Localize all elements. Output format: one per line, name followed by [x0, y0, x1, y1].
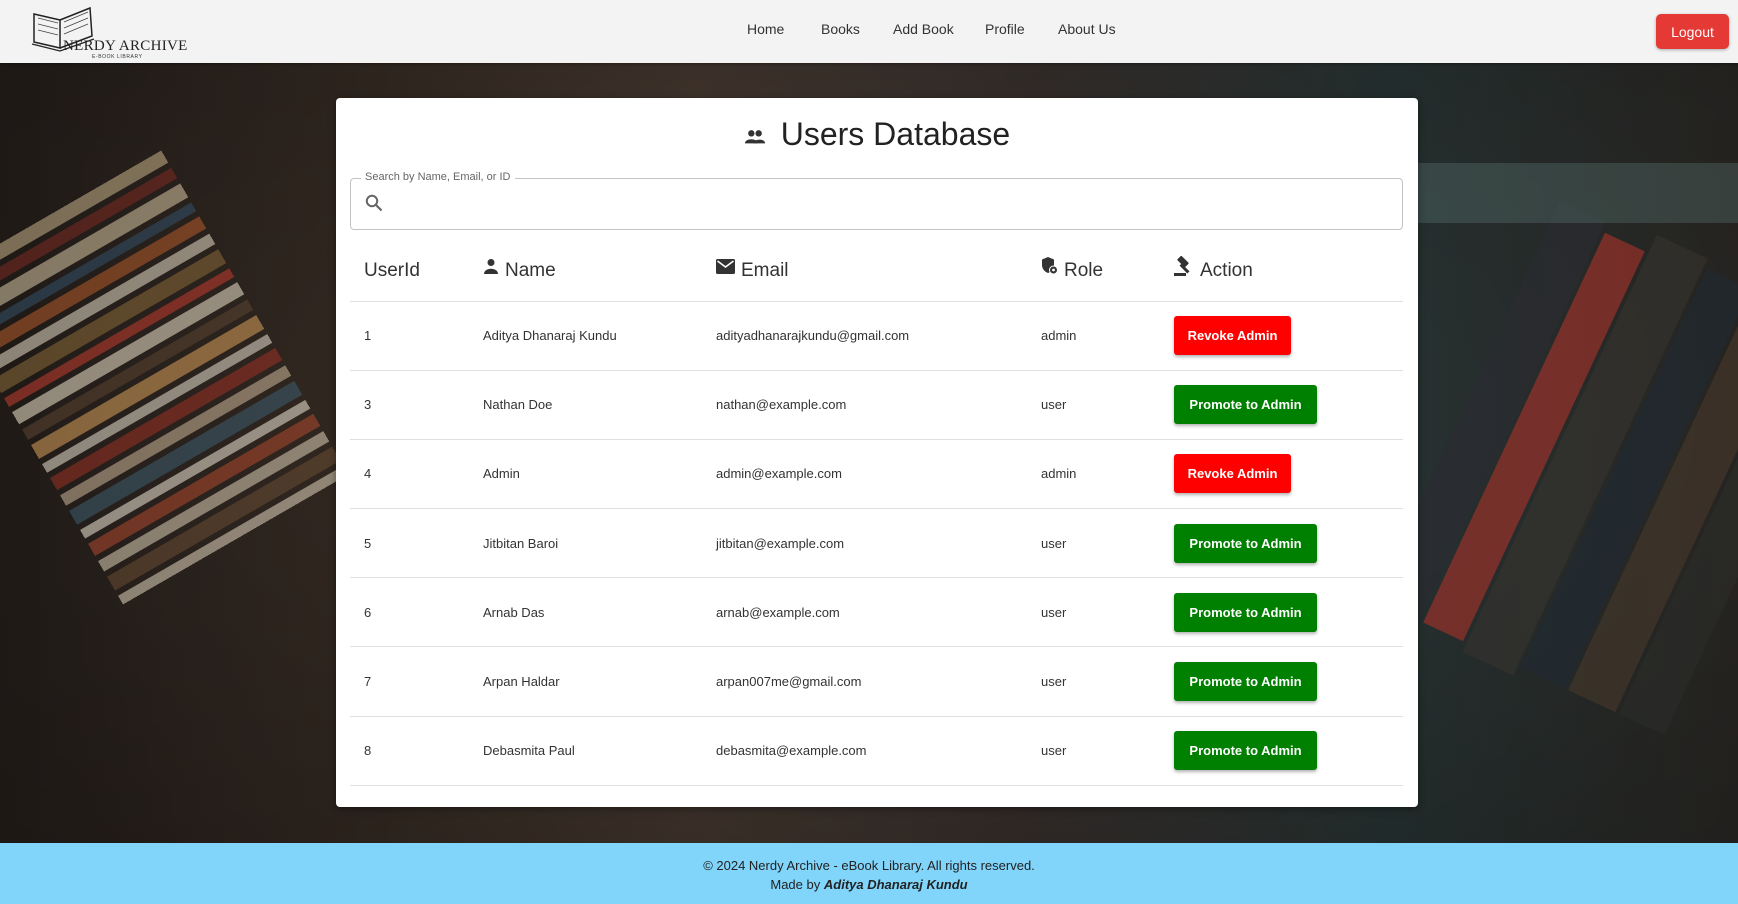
- table-row: 3 Nathan Doe nathan@example.com user Promote…: [350, 370, 1403, 440]
- table-body: 1 Aditya Dhanaraj Kundu adityadhanarajkund…: [350, 301, 1403, 786]
- cell-action: Promote to Admin: [1160, 370, 1403, 440]
- cell-role: admin: [1027, 301, 1160, 371]
- promote-to-admin-button[interactable]: Promote to Admin: [1174, 662, 1317, 702]
- revoke-admin-button[interactable]: Revoke Admin: [1174, 454, 1291, 494]
- header-email-label: Email: [741, 260, 789, 282]
- header-name: Name: [469, 242, 702, 302]
- footer: © 2024 Nerdy Archive - eBook Library. Al…: [0, 843, 1738, 904]
- footer-credit: Made by Aditya Dhanaraj Kundu: [0, 877, 1738, 892]
- cell-role: admin: [1027, 439, 1160, 510]
- cell-action: Revoke Admin: [1160, 301, 1403, 371]
- table-row: 5 Jitbitan Baroi jitbitan@example.com user P…: [350, 508, 1403, 579]
- cell-action: Promote to Admin: [1160, 716, 1403, 786]
- footer-made-by: Made by: [770, 877, 821, 892]
- cell-email: adityadhanarajkundu@gmail.com: [702, 301, 1027, 371]
- cell-role: user: [1027, 646, 1160, 717]
- cell-userid: 4: [350, 439, 469, 510]
- header-action-label: Action: [1200, 260, 1253, 282]
- cell-name: Nathan Doe: [469, 370, 702, 440]
- footer-copyright: © 2024 Nerdy Archive - eBook Library. Al…: [703, 858, 1035, 873]
- nav-profile-link[interactable]: Profile: [985, 21, 1025, 37]
- site-logo[interactable]: NERDY ARCHIVE E-BOOK LIBRARY: [30, 2, 200, 60]
- cell-email: admin@example.com: [702, 439, 1027, 510]
- cell-name: Jitbitan Baroi: [469, 508, 702, 579]
- cell-email: debasmita@example.com: [702, 716, 1027, 786]
- nav-add-book-link[interactable]: Add Book: [893, 21, 954, 37]
- cell-email: arnab@example.com: [702, 577, 1027, 648]
- promote-to-admin-button[interactable]: Promote to Admin: [1174, 385, 1317, 425]
- nav-about-us-link[interactable]: About Us: [1058, 21, 1116, 37]
- cell-email: arpan007me@gmail.com: [702, 646, 1027, 717]
- header-action: Action: [1160, 242, 1403, 302]
- cell-name: Debasmita Paul: [469, 716, 702, 786]
- table-row: 8 Debasmita Paul debasmita@example.com user…: [350, 716, 1403, 786]
- nav-home-link[interactable]: Home: [747, 21, 784, 37]
- users-card: Users Database Search by Name, Email, or…: [336, 98, 1418, 807]
- header-name-label: Name: [505, 260, 556, 282]
- revoke-admin-button[interactable]: Revoke Admin: [1174, 316, 1291, 356]
- table-row: 7 Arpan Haldar arpan007me@gmail.com user Pro…: [350, 646, 1403, 717]
- table-row: 1 Aditya Dhanaraj Kundu adityadhanarajkund…: [350, 301, 1403, 371]
- page-title: Users Database: [336, 114, 1418, 153]
- cell-userid: 3: [350, 370, 469, 440]
- cell-action: Promote to Admin: [1160, 577, 1403, 648]
- users-table: UserId Name Email Role Action 1 Aditya D…: [350, 242, 1403, 786]
- logo-title: NERDY ARCHIVE: [63, 38, 188, 54]
- header-userid: UserId: [350, 242, 469, 302]
- logo-subtitle: E-BOOK LIBRARY: [92, 54, 143, 60]
- cell-name: Arpan Haldar: [469, 646, 702, 717]
- admin-shield-icon: [1041, 257, 1058, 281]
- cell-userid: 1: [350, 301, 469, 371]
- cell-userid: 8: [350, 716, 469, 786]
- cell-userid: 6: [350, 577, 469, 648]
- cell-action: Revoke Admin: [1160, 439, 1403, 510]
- mail-icon: [716, 258, 735, 280]
- table-row: 6 Arnab Das arnab@example.com user Promote t…: [350, 577, 1403, 648]
- people-icon: [744, 116, 766, 153]
- cell-action: Promote to Admin: [1160, 508, 1403, 579]
- promote-to-admin-button[interactable]: Promote to Admin: [1174, 523, 1317, 563]
- cell-action: Promote to Admin: [1160, 646, 1403, 717]
- cell-email: nathan@example.com: [702, 370, 1027, 440]
- cell-role: user: [1027, 716, 1160, 786]
- person-icon: [483, 258, 499, 280]
- nav-links: Home Books Add Book Profile About Us: [0, 0, 1738, 63]
- table-header-row: UserId Name Email Role Action: [350, 242, 1403, 302]
- cell-name: Admin: [469, 439, 702, 510]
- header-email: Email: [702, 242, 1027, 302]
- header-userid-label: UserId: [364, 260, 420, 282]
- cell-userid: 5: [350, 508, 469, 579]
- table-row: 4 Admin admin@example.com admin Revoke Admin: [350, 439, 1403, 510]
- cell-name: Aditya Dhanaraj Kundu: [469, 301, 702, 371]
- nav-books-link[interactable]: Books: [821, 21, 860, 37]
- page-title-text: Users Database: [780, 116, 1011, 153]
- footer-author: Aditya Dhanaraj Kundu: [823, 877, 968, 892]
- logout-button[interactable]: Logout: [1656, 14, 1729, 49]
- promote-to-admin-button[interactable]: Promote to Admin: [1174, 731, 1317, 771]
- header-role-label: Role: [1064, 260, 1104, 282]
- header-role: Role: [1027, 242, 1160, 302]
- search-icon: [365, 194, 383, 217]
- gavel-icon: [1174, 256, 1194, 282]
- search-label: Search by Name, Email, or ID: [361, 171, 515, 183]
- navbar: NERDY ARCHIVE E-BOOK LIBRARY Home Books …: [0, 0, 1738, 63]
- search-input[interactable]: [395, 189, 1385, 219]
- cell-role: user: [1027, 508, 1160, 579]
- cell-email: jitbitan@example.com: [702, 508, 1027, 579]
- cell-userid: 7: [350, 646, 469, 717]
- cell-name: Arnab Das: [469, 577, 702, 648]
- promote-to-admin-button[interactable]: Promote to Admin: [1174, 592, 1317, 632]
- cell-role: user: [1027, 370, 1160, 440]
- cell-role: user: [1027, 577, 1160, 648]
- search-field[interactable]: Search by Name, Email, or ID: [350, 171, 1403, 230]
